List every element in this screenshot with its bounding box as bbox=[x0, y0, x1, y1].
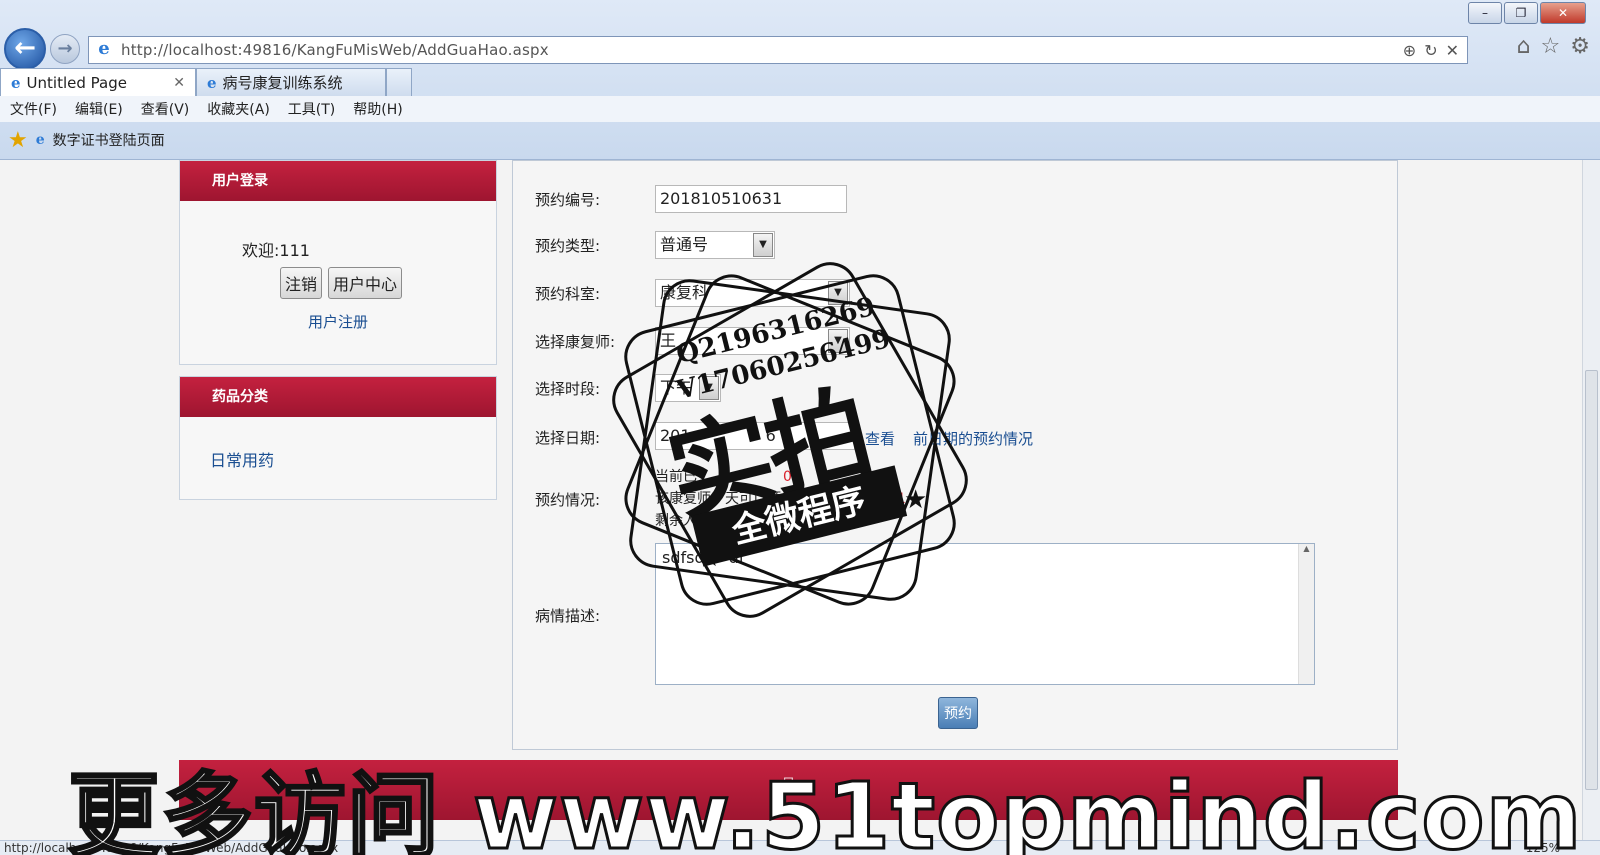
address-bar[interactable]: e http://localhost:49816/KangFuMisWeb/Ad… bbox=[88, 36, 1468, 64]
forward-button[interactable]: → bbox=[50, 34, 80, 64]
svg-text:★: ★ bbox=[904, 485, 927, 515]
page-scrollbar[interactable] bbox=[1582, 160, 1600, 840]
scrollbar-thumb[interactable] bbox=[1585, 370, 1598, 790]
ie-page-icon: e bbox=[98, 38, 110, 59]
favorites-star-icon[interactable]: ☆ bbox=[1541, 34, 1561, 59]
favorites-star-icon[interactable]: ★ bbox=[8, 128, 28, 153]
menu-tools[interactable]: 工具(T) bbox=[288, 99, 335, 119]
drug-panel-title: 药品分类 bbox=[180, 377, 496, 417]
menu-help[interactable]: 帮助(H) bbox=[353, 99, 402, 119]
login-panel-title: 用户登录 bbox=[180, 161, 496, 201]
booking-status-label: 预约情况: bbox=[535, 491, 601, 509]
tab-label: Untitled Page bbox=[26, 73, 127, 92]
drug-category-item[interactable]: 日常用药 bbox=[210, 447, 496, 471]
restore-button[interactable]: ❐ bbox=[1504, 2, 1538, 24]
gear-icon[interactable]: ⚙ bbox=[1570, 34, 1590, 59]
submit-booking-button[interactable]: 预约 bbox=[938, 697, 978, 729]
menu-edit[interactable]: 编辑(E) bbox=[75, 99, 123, 119]
register-link[interactable]: 用户注册 bbox=[308, 311, 496, 332]
dept-label: 预约科室: bbox=[535, 285, 601, 303]
browser-chrome: – ❐ ✕ ← → e http://localhost:49816/KangF… bbox=[0, 0, 1600, 160]
back-button[interactable]: ← bbox=[4, 28, 46, 70]
favorites-bar: ★ e 数字证书登陆页面 bbox=[0, 124, 1600, 156]
booking-type-label: 预约类型: bbox=[535, 237, 601, 255]
favorite-link[interactable]: 数字证书登陆页面 bbox=[53, 130, 165, 150]
drug-category-panel: 药品分类 日常用药 bbox=[179, 376, 497, 500]
home-icon[interactable]: ⌂ bbox=[1517, 34, 1531, 59]
tab-strip: e Untitled Page ✕ e 病号康复训练系统 bbox=[0, 68, 412, 96]
logout-button[interactable]: 注销 bbox=[280, 267, 323, 299]
menu-file[interactable]: 文件(F) bbox=[10, 99, 57, 119]
booking-id-field[interactable]: 201810510631 bbox=[655, 185, 847, 213]
ie-tab-icon: e bbox=[207, 73, 217, 92]
textarea-scrollbar[interactable]: ▲ bbox=[1298, 544, 1314, 684]
booking-id-label: 预约编号: bbox=[535, 191, 601, 209]
address-url[interactable]: http://localhost:49816/KangFuMisWeb/AddG… bbox=[121, 41, 1403, 59]
minimize-button[interactable]: – bbox=[1468, 2, 1502, 24]
close-window-button[interactable]: ✕ bbox=[1540, 2, 1586, 24]
login-panel: 用户登录 欢迎:111 注销 用户中心 用户注册 bbox=[179, 160, 497, 365]
username: 111 bbox=[279, 241, 310, 260]
user-center-button[interactable]: 用户中心 bbox=[328, 267, 403, 299]
tab-label: 病号康复训练系统 bbox=[222, 74, 343, 92]
menu-favorites[interactable]: 收藏夹(A) bbox=[207, 99, 270, 119]
menu-bar: 文件(F) 编辑(E) 查看(V) 收藏夹(A) 工具(T) 帮助(H) bbox=[0, 96, 1600, 122]
description-label: 病情描述: bbox=[535, 607, 601, 625]
compat-view-icon[interactable]: ⊕ bbox=[1403, 41, 1416, 60]
window-controls: – ❐ ✕ bbox=[1468, 2, 1586, 24]
watermark-bottom-text: 更多访问 www.51topmind.com bbox=[66, 762, 1583, 855]
period-label: 选择时段: bbox=[535, 380, 601, 398]
refresh-icon[interactable]: ↻ bbox=[1424, 41, 1437, 60]
new-tab-button[interactable] bbox=[386, 68, 412, 96]
welcome-text: 欢迎:111 bbox=[242, 237, 496, 261]
watermark-stamp: ★ ★ Q2196316269 V17060256499 实拍 全微程序 bbox=[600, 250, 980, 630]
welcome-label: 欢迎: bbox=[242, 241, 280, 260]
menu-view[interactable]: 查看(V) bbox=[141, 99, 190, 119]
tab-untitled-page[interactable]: e Untitled Page ✕ bbox=[0, 68, 196, 96]
ie-fav-icon: e bbox=[35, 132, 45, 148]
stop-icon[interactable]: ✕ bbox=[1446, 41, 1459, 60]
tab-close-icon[interactable]: ✕ bbox=[173, 75, 185, 91]
date-label: 选择日期: bbox=[535, 429, 601, 447]
ie-tab-icon: e bbox=[11, 73, 21, 92]
tab-rehab-system[interactable]: e 病号康复训练系统 bbox=[196, 68, 386, 96]
